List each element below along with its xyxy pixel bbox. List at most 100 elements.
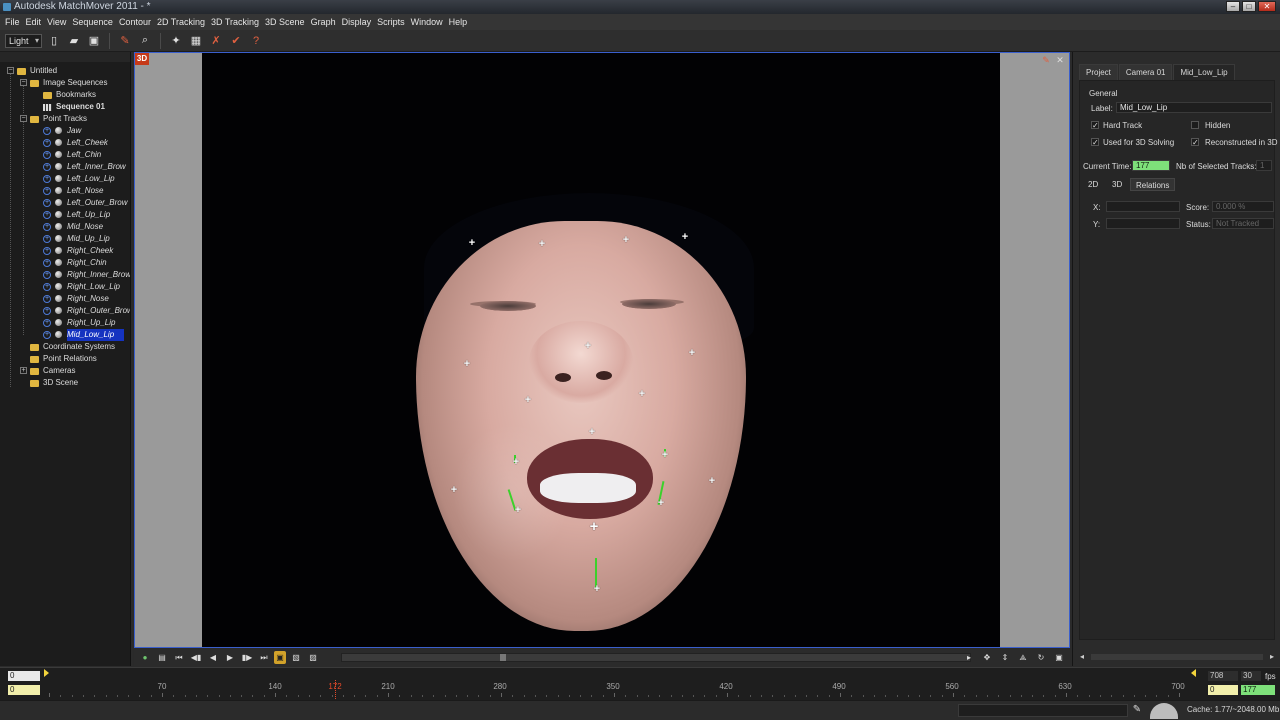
track-item[interactable]: + Mid_Up_Lip xyxy=(0,233,130,245)
expand-track-icon[interactable]: + xyxy=(43,307,51,315)
expand-track-icon[interactable]: + xyxy=(43,247,51,255)
scrollbar-track[interactable] xyxy=(1091,654,1263,660)
film-strip-icon[interactable]: ▦ xyxy=(188,33,204,49)
x-field[interactable] xyxy=(1106,201,1180,212)
help-icon[interactable]: ? xyxy=(248,33,264,49)
close-view-icon[interactable]: ✕ xyxy=(1055,55,1065,65)
overlay-icon[interactable]: ▨ xyxy=(306,651,320,664)
tree-item-3d-scene[interactable]: 3D Scene xyxy=(0,377,130,389)
track-marker[interactable]: + xyxy=(587,427,597,438)
track-item[interactable]: + Right_Outer_Brow xyxy=(0,305,130,317)
track-marker[interactable]: + xyxy=(511,457,521,468)
fit-view-icon[interactable]: ▣ xyxy=(1052,651,1066,664)
hard-track-checkbox[interactable]: ✓ xyxy=(1091,121,1099,130)
tree-item-cameras[interactable]: + Cameras xyxy=(0,365,130,377)
expand-track-icon[interactable]: + xyxy=(43,211,51,219)
collapse-icon[interactable]: − xyxy=(20,79,27,86)
track-marker[interactable]: + xyxy=(680,232,690,243)
subtab-relations[interactable]: Relations xyxy=(1130,178,1176,191)
refresh-icon[interactable]: ● xyxy=(138,651,152,664)
timeline[interactable]: 0 0 70 140 210 280 350 420 490 560 630 7… xyxy=(0,667,1280,701)
track-marker[interactable]: + xyxy=(656,498,666,509)
used-for-3d-checkbox[interactable]: ✓ xyxy=(1091,138,1099,147)
camera-viewport[interactable]: 3D + + + + + + + + + + + + + + + + + + ✎… xyxy=(134,52,1070,648)
expand-track-icon[interactable]: + xyxy=(43,271,51,279)
hidden-checkbox[interactable] xyxy=(1191,121,1199,129)
expand-track-icon[interactable]: + xyxy=(43,319,51,327)
go-to-end-icon[interactable]: ⏭ xyxy=(257,651,271,664)
track-item-selected[interactable]: + Mid_Low_Lip xyxy=(0,329,130,341)
tree-item-point-tracks[interactable]: − Point Tracks xyxy=(0,113,130,125)
current-start-field[interactable]: 0 xyxy=(8,685,40,695)
layout-select[interactable]: Light xyxy=(5,33,42,48)
track-item[interactable]: + Right_Cheek xyxy=(0,245,130,257)
y-field[interactable] xyxy=(1106,218,1180,229)
tree-item-bookmarks[interactable]: Bookmarks xyxy=(0,89,130,101)
scrollbar-thumb[interactable] xyxy=(500,654,506,661)
horizontal-scrollbar[interactable] xyxy=(341,653,971,662)
zoom-icon[interactable]: ⟁ xyxy=(1016,651,1030,664)
subtab-2d[interactable]: 2D xyxy=(1083,178,1103,191)
tab-track[interactable]: Mid_Low_Lip xyxy=(1173,64,1235,80)
brush-icon[interactable]: ✎ xyxy=(117,33,133,49)
tab-project[interactable]: Project xyxy=(1079,64,1118,80)
loop-icon[interactable]: ▣ xyxy=(274,651,286,664)
expand-track-icon[interactable]: + xyxy=(43,139,51,147)
tab-camera[interactable]: Camera 01 xyxy=(1118,64,1173,80)
label-field[interactable]: Mid_Low_Lip xyxy=(1116,102,1272,113)
menu-help[interactable]: Help xyxy=(446,14,471,30)
properties-scrollbar[interactable]: ◂ ▸ xyxy=(1079,652,1275,662)
menu-3d-tracking[interactable]: 3D Tracking xyxy=(208,14,262,30)
footage-frame[interactable]: + + + + + + + + + + + + + + + + + + xyxy=(202,53,1000,647)
track-item[interactable]: + Right_Inner_Brow xyxy=(0,269,130,281)
menu-window[interactable]: Window xyxy=(408,14,446,30)
range-end-field[interactable]: 708 xyxy=(1208,671,1238,681)
current-end-field[interactable]: 0 xyxy=(1208,685,1238,695)
track-item[interactable]: + Left_Up_Lip xyxy=(0,209,130,221)
open-folder-icon[interactable]: ▰ xyxy=(66,33,82,49)
step-back-icon[interactable]: ◀▮ xyxy=(189,651,203,664)
track-item[interactable]: + Left_Cheek xyxy=(0,137,130,149)
track-item[interactable]: + Left_Nose xyxy=(0,185,130,197)
fps-field[interactable]: 30 xyxy=(1241,671,1261,681)
expand-track-icon[interactable]: + xyxy=(43,223,51,231)
pin-icon[interactable]: ✎ xyxy=(1041,55,1051,65)
expand-track-icon[interactable]: + xyxy=(43,175,51,183)
track-item[interactable]: + Jaw xyxy=(0,125,130,137)
tree-item-coordinate-systems[interactable]: Coordinate Systems xyxy=(0,341,130,353)
expand-icon[interactable]: + xyxy=(20,367,27,374)
track-item[interactable]: + Right_Chin xyxy=(0,257,130,269)
menu-graph[interactable]: Graph xyxy=(308,14,339,30)
expand-track-icon[interactable]: + xyxy=(43,235,51,243)
options-icon[interactable]: ▤ xyxy=(155,651,169,664)
scroll-right-icon[interactable]: ▸ xyxy=(962,651,976,664)
expand-track-icon[interactable]: + xyxy=(43,295,51,303)
range-start-field[interactable]: 0 xyxy=(8,671,40,681)
track-marker[interactable]: + xyxy=(583,341,593,352)
track-marker[interactable]: + xyxy=(462,359,472,370)
track-marker[interactable]: + xyxy=(592,584,602,595)
minimize-button[interactable]: – xyxy=(1226,1,1240,12)
selected-track-marker[interactable]: + xyxy=(589,519,599,534)
tree-item-root[interactable]: − Untitled xyxy=(0,65,130,77)
track-marker[interactable]: + xyxy=(537,239,547,250)
track-marker[interactable]: + xyxy=(621,235,631,246)
expand-track-icon[interactable]: + xyxy=(43,187,51,195)
close-button[interactable]: ✕ xyxy=(1258,1,1276,12)
menu-view[interactable]: View xyxy=(44,14,69,30)
track-item[interactable]: + Right_Low_Lip xyxy=(0,281,130,293)
tree-item-point-relations[interactable]: Point Relations xyxy=(0,353,130,365)
display-mode-icon[interactable]: ▧ xyxy=(289,651,303,664)
expand-track-icon[interactable]: + xyxy=(43,283,51,291)
tree-item-image-sequences[interactable]: − Image Sequences xyxy=(0,77,130,89)
step-forward-icon[interactable]: ▮▶ xyxy=(240,651,254,664)
timeline-ruler[interactable]: 70 140 210 280 350 420 490 560 630 700 1… xyxy=(44,668,1196,701)
play-forward-icon[interactable]: ▶ xyxy=(223,651,237,664)
track-marker[interactable]: + xyxy=(513,505,523,516)
expand-track-icon[interactable]: + xyxy=(43,151,51,159)
edit-icon[interactable]: ✎ xyxy=(1131,704,1143,716)
track-item[interactable]: + Left_Inner_Brow xyxy=(0,161,130,173)
track-marker[interactable]: + xyxy=(449,485,459,496)
tree-item-sequence[interactable]: Sequence 01 xyxy=(0,101,130,113)
track-marker[interactable]: + xyxy=(707,476,717,487)
